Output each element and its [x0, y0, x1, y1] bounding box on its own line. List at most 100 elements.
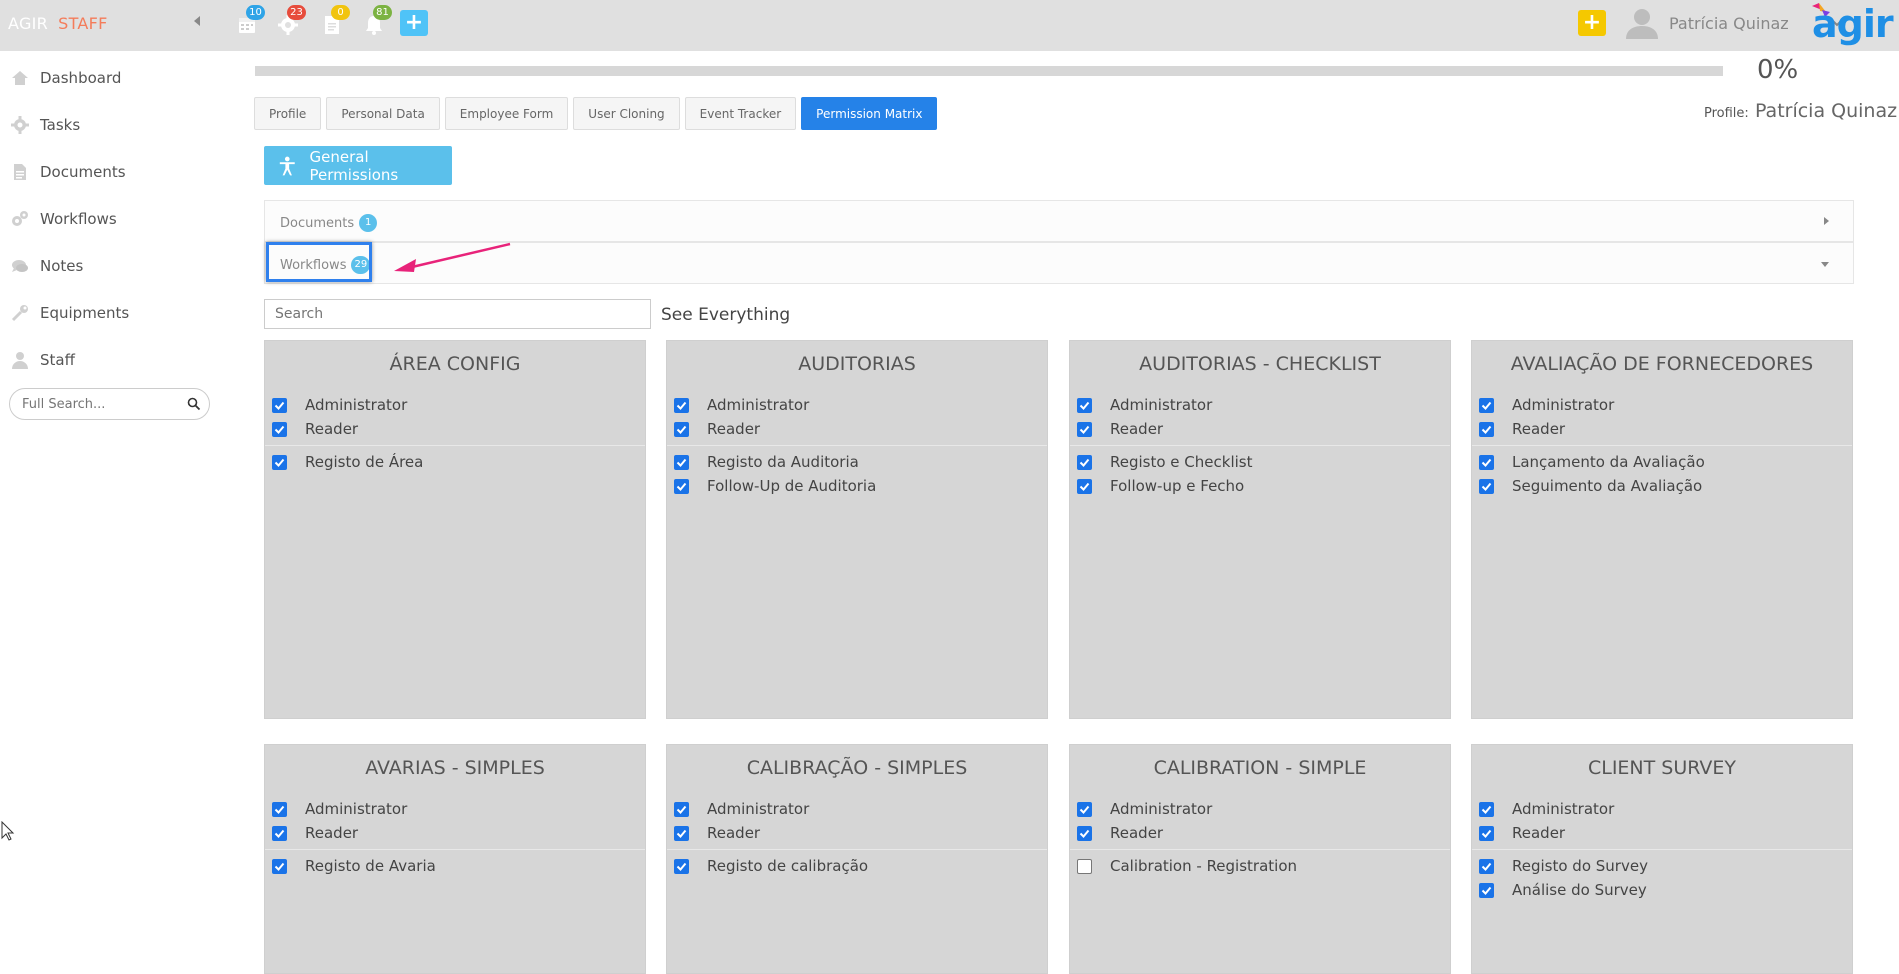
workflow-search[interactable] [264, 299, 651, 329]
permission-label: Reader [305, 824, 359, 842]
permission-item[interactable]: Seguimento da Avaliação [1472, 474, 1852, 498]
permission-item[interactable]: Administrator [265, 393, 645, 417]
check-icon [1481, 886, 1492, 895]
checkbox[interactable] [1077, 397, 1092, 413]
permission-item[interactable]: Administrator [1070, 797, 1450, 821]
check-icon [274, 425, 285, 434]
check-icon [1079, 425, 1090, 434]
add-button[interactable]: + [400, 10, 428, 36]
sidebar-item-workflows[interactable]: Workflows [10, 205, 117, 233]
user-name[interactable]: Patrícia Quinaz [1669, 14, 1789, 33]
sidebar-item-notes[interactable]: Notes [10, 252, 83, 280]
checkbox[interactable] [674, 397, 689, 413]
sidebar-item-documents[interactable]: Documents [10, 158, 126, 186]
permission-item[interactable]: Reader [265, 417, 645, 441]
tab-profile[interactable]: Profile [254, 97, 322, 130]
checkbox[interactable] [272, 801, 287, 817]
tasks-badge: 23 [287, 5, 306, 20]
checkbox[interactable] [674, 858, 689, 874]
tab-employee-form[interactable]: Employee Form [444, 97, 569, 130]
permission-item[interactable]: Follow-Up de Auditoria [667, 474, 1047, 498]
checkbox[interactable] [674, 478, 689, 494]
chat-icon [10, 256, 30, 276]
permission-item[interactable]: Administrator [265, 797, 645, 821]
sidebar-collapse-icon[interactable] [194, 16, 200, 26]
permission-item[interactable]: Registo da Auditoria [667, 450, 1047, 474]
permission-item[interactable]: Reader [1070, 821, 1450, 845]
permission-item[interactable]: Follow-up e Fecho [1070, 474, 1450, 498]
tab-personal-data[interactable]: Personal Data [326, 97, 440, 130]
checkbox[interactable] [1479, 825, 1494, 841]
user-avatar[interactable] [1624, 7, 1660, 39]
checkbox[interactable] [1077, 478, 1092, 494]
permission-item[interactable]: Calibration - Registration [1070, 854, 1450, 878]
calendar-notification[interactable]: 10 [236, 5, 265, 35]
full-search[interactable] [9, 388, 210, 420]
permission-item[interactable]: Reader [1472, 821, 1852, 845]
permission-label: Registo e Checklist [1110, 453, 1253, 471]
permission-item[interactable]: Reader [1472, 417, 1852, 441]
checkbox[interactable] [272, 421, 287, 437]
checkbox[interactable] [674, 801, 689, 817]
checkbox-unchecked[interactable] [1077, 858, 1092, 874]
permission-item[interactable]: Reader [265, 821, 645, 845]
permission-item[interactable]: Lançamento da Avaliação [1472, 450, 1852, 474]
see-everything-label[interactable]: See Everything [661, 305, 790, 325]
permission-item[interactable]: Análise do Survey [1472, 878, 1852, 902]
checkbox[interactable] [1077, 801, 1092, 817]
brand[interactable]: AGIR STAFF [8, 14, 108, 33]
permission-item[interactable]: Reader [1070, 417, 1450, 441]
sidebar-item-tasks[interactable]: Tasks [10, 111, 80, 139]
checkbox[interactable] [1077, 421, 1092, 437]
checkbox[interactable] [272, 825, 287, 841]
check-icon [676, 805, 687, 814]
permission-item[interactable]: Registo do Survey [1472, 854, 1852, 878]
sidebar-item-dashboard[interactable]: Dashboard [10, 64, 121, 92]
checkbox[interactable] [1479, 397, 1494, 413]
checkbox[interactable] [1077, 825, 1092, 841]
checkbox[interactable] [674, 825, 689, 841]
checkbox[interactable] [272, 454, 287, 470]
calendar-badge: 10 [246, 5, 265, 20]
tasks-notification[interactable]: 23 [277, 5, 306, 35]
permission-item[interactable]: Registo de Avaria [265, 854, 645, 878]
permission-item[interactable]: Reader [667, 417, 1047, 441]
annotation-arrow-icon [394, 242, 511, 272]
sidebar-item-equipments[interactable]: Equipments [10, 299, 129, 327]
permission-item[interactable]: Administrator [667, 797, 1047, 821]
permission-item[interactable]: Administrator [667, 393, 1047, 417]
permission-label: Administrator [1110, 396, 1213, 414]
accordion-documents[interactable]: Documents 1 [264, 200, 1854, 242]
permission-item[interactable]: Administrator [1070, 393, 1450, 417]
checkbox[interactable] [1479, 882, 1494, 898]
search-icon[interactable] [187, 397, 201, 411]
checkbox[interactable] [1077, 454, 1092, 470]
permission-item[interactable]: Registo de calibração [667, 854, 1047, 878]
checkbox[interactable] [1479, 858, 1494, 874]
checkbox[interactable] [674, 421, 689, 437]
sidebar-item-staff[interactable]: Staff [10, 346, 75, 374]
full-search-input[interactable] [22, 389, 182, 419]
checkbox[interactable] [1479, 801, 1494, 817]
permission-item[interactable]: Administrator [1472, 393, 1852, 417]
quick-add-button[interactable]: + [1578, 10, 1606, 36]
workflow-search-input[interactable] [275, 300, 645, 328]
general-permissions-button[interactable]: General Permissions [264, 146, 452, 185]
tab-user-cloning[interactable]: User Cloning [573, 97, 680, 130]
checkbox[interactable] [1479, 478, 1494, 494]
check-icon [1481, 862, 1492, 871]
permission-item[interactable]: Reader [667, 821, 1047, 845]
checkbox[interactable] [1479, 454, 1494, 470]
checkbox[interactable] [272, 858, 287, 874]
check-icon [1481, 805, 1492, 814]
tab-event-tracker[interactable]: Event Tracker [684, 97, 797, 130]
alerts-notification[interactable]: 81 [363, 5, 392, 35]
tab-permission-matrix[interactable]: Permission Matrix [801, 97, 938, 130]
documents-notification[interactable]: 0 [321, 5, 350, 35]
permission-item[interactable]: Administrator [1472, 797, 1852, 821]
checkbox[interactable] [272, 397, 287, 413]
checkbox[interactable] [1479, 421, 1494, 437]
checkbox[interactable] [674, 454, 689, 470]
permission-item[interactable]: Registo e Checklist [1070, 450, 1450, 474]
permission-item[interactable]: Registo de Área [265, 450, 645, 474]
